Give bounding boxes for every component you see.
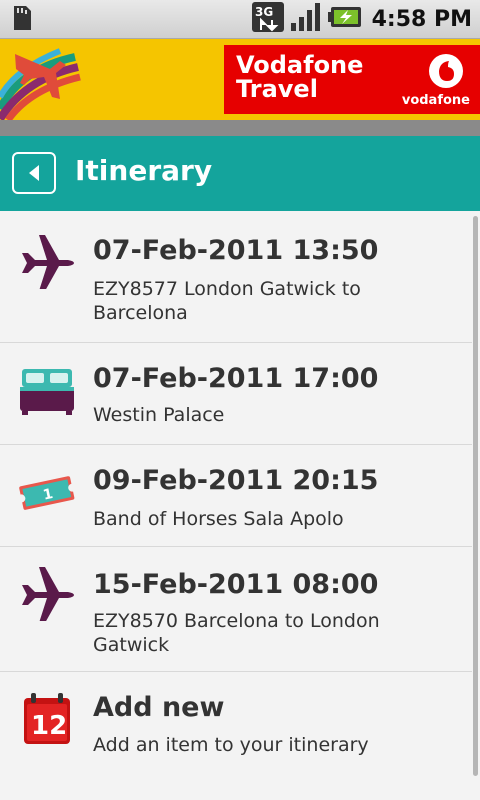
title-bar: Itinerary	[0, 136, 480, 211]
brand-line-1: Vodafone	[236, 51, 364, 79]
svg-text:3G: 3G	[255, 5, 273, 19]
back-arrow-icon	[29, 165, 39, 181]
clock: 4:58 PM	[371, 6, 472, 32]
ticket-icon: 1	[18, 476, 76, 510]
vodafone-wordmark: vodafone	[401, 93, 470, 108]
vodafone-speechmark-icon	[429, 54, 463, 88]
page-title: Itinerary	[75, 154, 213, 187]
add-new-title: Add new	[93, 692, 225, 723]
signal-icon	[290, 2, 322, 36]
item-description: EZY8577 London Gatwick to Barcelona	[93, 278, 361, 324]
add-new-subtitle: Add an item to your itinerary	[93, 734, 369, 756]
scrollbar[interactable]	[473, 216, 478, 776]
bed-icon	[20, 369, 74, 415]
travel-swoosh-logo	[0, 48, 81, 120]
itinerary-item-event[interactable]: 1 09-Feb-2011 20:15 Band of Horses Sala …	[0, 445, 472, 547]
brand-line-2: Travel	[236, 75, 318, 103]
item-date: 07-Feb-2011 13:50	[93, 235, 379, 266]
itinerary-item-flight-outbound[interactable]: 07-Feb-2011 13:50 EZY8577 London Gatwick…	[0, 211, 472, 343]
item-date: 07-Feb-2011 17:00	[93, 363, 379, 394]
back-button[interactable]	[12, 152, 56, 194]
banner-divider	[0, 120, 480, 136]
add-new-item[interactable]: 12 Add new Add an item to your itinerary	[0, 672, 472, 782]
vodafone-travel-logo: Vodafone Travel vodafone	[224, 45, 480, 114]
itinerary-list: 07-Feb-2011 13:50 EZY8577 London Gatwick…	[0, 211, 480, 800]
itinerary-item-hotel[interactable]: 07-Feb-2011 17:00 Westin Palace	[0, 343, 472, 445]
item-description: EZY8570 Barcelona to London Gatwick	[93, 610, 380, 656]
battery-charging-icon	[327, 6, 362, 32]
itinerary-item-flight-return[interactable]: 15-Feb-2011 08:00 EZY8570 Barcelona to L…	[0, 547, 472, 672]
sd-card-icon	[10, 5, 32, 35]
item-date: 15-Feb-2011 08:00	[93, 569, 379, 600]
svg-text:12: 12	[31, 711, 67, 741]
vodafone-travel-banner[interactable]: Vodafone Travel vodafone	[0, 39, 480, 120]
plane-icon	[22, 567, 74, 621]
status-bar: 3G 4:58 PM	[0, 0, 480, 39]
network-3g-icon: 3G	[251, 2, 284, 36]
calendar-icon: 12	[24, 693, 70, 744]
plane-icon	[22, 235, 74, 289]
item-description: Westin Palace	[93, 404, 225, 426]
item-description: Band of Horses Sala Apolo	[93, 508, 344, 530]
item-date: 09-Feb-2011 20:15	[93, 465, 379, 496]
